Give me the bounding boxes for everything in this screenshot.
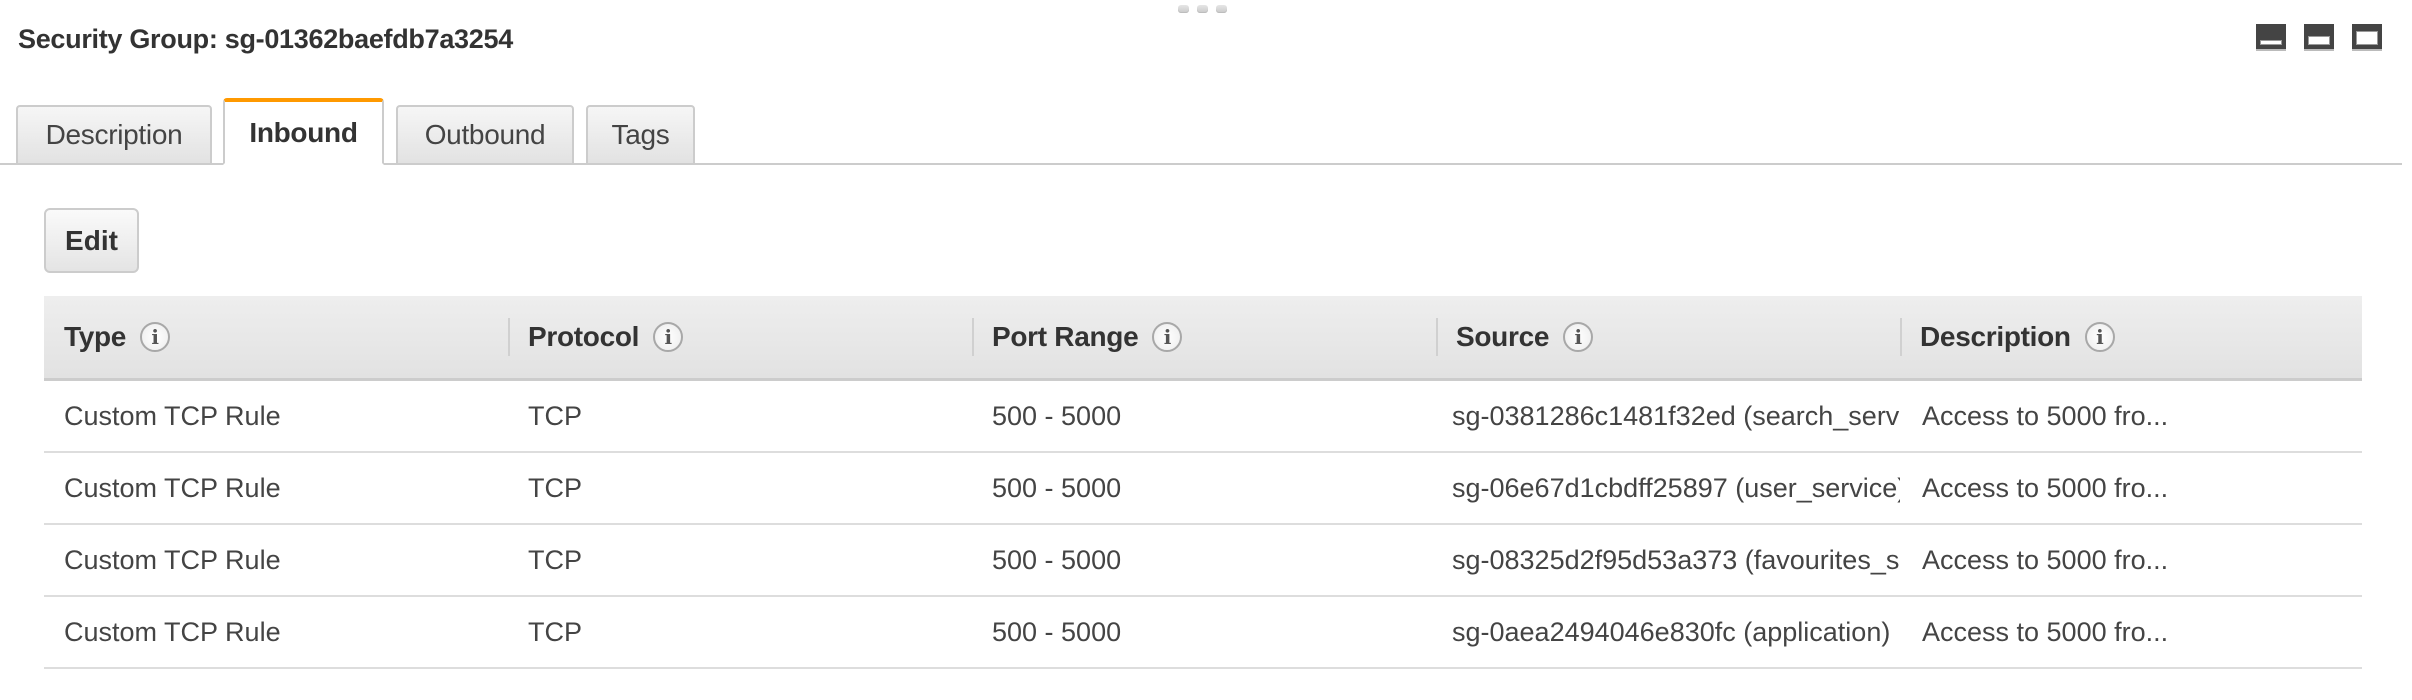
column-header-port-range[interactable]: Port Range i xyxy=(972,296,1436,381)
column-header-label: Source xyxy=(1456,321,1550,352)
column-header-label: Description xyxy=(1920,321,2071,352)
info-icon[interactable]: i xyxy=(653,322,684,352)
cell-protocol: TCP xyxy=(508,452,972,525)
cell-type: Custom TCP Rule xyxy=(44,452,508,525)
cell-port-range: 500 - 5000 xyxy=(972,452,1436,525)
column-divider[interactable] xyxy=(972,318,974,356)
cell-port-range: 500 - 5000 xyxy=(972,379,1436,453)
drag-dot-icon xyxy=(1197,5,1208,13)
view-bottom-large-icon[interactable] xyxy=(2352,24,2382,51)
info-icon[interactable]: i xyxy=(140,322,171,352)
column-divider[interactable] xyxy=(1436,318,1438,356)
view-bottom-medium-icon[interactable] xyxy=(2304,24,2334,51)
cell-source: sg-0381286c1481f32ed (search_service) xyxy=(1436,379,1900,453)
table-header-row: Type i Protocol i Port Range i Source i … xyxy=(44,296,2362,381)
info-icon[interactable]: i xyxy=(1152,322,1183,352)
column-header-label: Type xyxy=(64,321,127,352)
tab-description[interactable]: Description xyxy=(16,105,212,165)
column-header-label: Port Range xyxy=(992,321,1139,352)
table-row[interactable]: Custom TCP Rule TCP 500 - 5000 sg-0aea24… xyxy=(44,596,2362,669)
drag-dot-icon xyxy=(1216,5,1227,13)
view-bottom-small-icon[interactable] xyxy=(2256,24,2286,51)
cell-source: sg-08325d2f95d53a373 (favourites_service… xyxy=(1436,524,1900,597)
tab-outbound[interactable]: Outbound xyxy=(396,105,574,165)
cell-description: Access to 5000 fro... xyxy=(1900,452,2362,525)
cell-port-range: 500 - 5000 xyxy=(972,524,1436,597)
inbound-rules-table: Type i Protocol i Port Range i Source i … xyxy=(44,296,2362,669)
cell-type: Custom TCP Rule xyxy=(44,379,508,453)
cell-description: Access to 5000 fro... xyxy=(1900,379,2362,453)
cell-description: Access to 5000 fro... xyxy=(1900,596,2362,669)
tab-inbound[interactable]: Inbound xyxy=(223,98,384,165)
column-divider[interactable] xyxy=(1900,318,1902,356)
tab-tags[interactable]: Tags xyxy=(586,105,695,165)
panel-view-controls xyxy=(2256,24,2382,51)
column-header-source[interactable]: Source i xyxy=(1436,296,1900,381)
column-header-label: Protocol xyxy=(528,321,640,352)
info-icon[interactable]: i xyxy=(1563,322,1594,352)
column-header-description[interactable]: Description i xyxy=(1900,296,2362,381)
table-row[interactable]: Custom TCP Rule TCP 500 - 5000 sg-06e67d… xyxy=(44,452,2362,525)
edit-button[interactable]: Edit xyxy=(44,208,139,273)
column-header-protocol[interactable]: Protocol i xyxy=(508,296,972,381)
column-header-type[interactable]: Type i xyxy=(44,296,508,381)
cell-type: Custom TCP Rule xyxy=(44,524,508,597)
panel-resize-handle[interactable] xyxy=(1178,5,1227,13)
column-divider[interactable] xyxy=(508,318,510,356)
info-icon[interactable]: i xyxy=(2084,322,2115,352)
cell-protocol: TCP xyxy=(508,379,972,453)
drag-dot-icon xyxy=(1178,5,1189,13)
panel-title: Security Group: sg-01362baefdb7a3254 xyxy=(18,24,513,54)
cell-protocol: TCP xyxy=(508,596,972,669)
cell-source: sg-0aea2494046e830fc (application) xyxy=(1436,596,1900,669)
cell-description: Access to 5000 fro... xyxy=(1900,524,2362,597)
cell-source: sg-06e67d1cbdff25897 (user_service) xyxy=(1436,452,1900,525)
cell-type: Custom TCP Rule xyxy=(44,596,508,669)
cell-port-range: 500 - 5000 xyxy=(972,596,1436,669)
tab-strip: Description Inbound Outbound Tags xyxy=(0,96,2402,165)
table-row[interactable]: Custom TCP Rule TCP 500 - 5000 sg-038128… xyxy=(44,379,2362,453)
table-row[interactable]: Custom TCP Rule TCP 500 - 5000 sg-08325d… xyxy=(44,524,2362,597)
cell-protocol: TCP xyxy=(508,524,972,597)
